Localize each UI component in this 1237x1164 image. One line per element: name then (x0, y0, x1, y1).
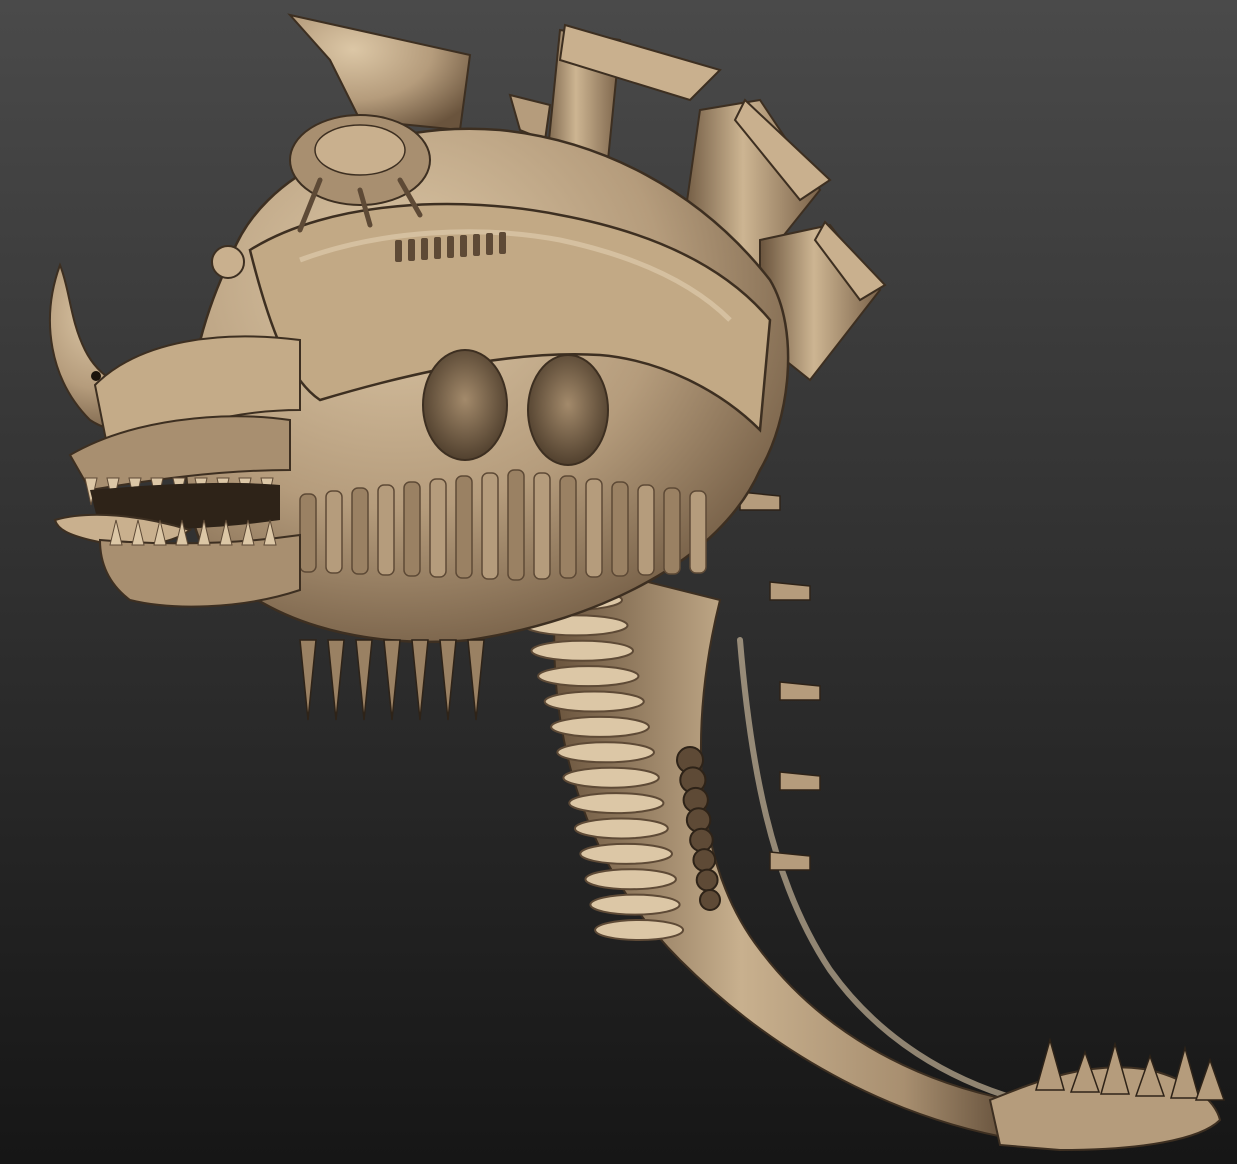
slot (421, 238, 428, 260)
rib-segment (556, 741, 655, 764)
eye-socket-right (527, 354, 609, 466)
head-knob (211, 245, 245, 279)
rib-segment (562, 766, 660, 789)
3d-viewport[interactable] (0, 0, 1237, 1164)
side-spike (769, 851, 811, 871)
slot (473, 234, 480, 256)
rib-segment (589, 893, 681, 916)
ridge (403, 481, 421, 577)
slot (434, 237, 441, 259)
rib-segment (584, 868, 677, 891)
ridge (533, 472, 551, 580)
ridge (559, 475, 577, 579)
sculpt-canvas[interactable] (0, 0, 1237, 1164)
tail-hole (692, 848, 717, 872)
side-spike (769, 581, 811, 601)
rib-segment (530, 639, 635, 662)
ridge (663, 487, 681, 575)
ridge (507, 469, 525, 581)
rib-segment (537, 665, 640, 688)
slot (408, 239, 415, 261)
side-spike (779, 681, 821, 701)
side-spike (779, 771, 821, 791)
ridge (637, 484, 655, 576)
ridge (377, 484, 395, 576)
ridge (351, 487, 369, 575)
slot (395, 240, 402, 262)
slot (486, 233, 493, 255)
lower-jaw (98, 533, 301, 608)
slot (447, 236, 454, 258)
ridge (429, 478, 447, 578)
eye-socket-left (422, 349, 508, 461)
rib-segment (573, 817, 669, 840)
rib-segment (594, 919, 685, 941)
ridge (689, 490, 707, 574)
ridge (299, 493, 317, 573)
slot (499, 232, 506, 254)
ridge (585, 478, 603, 578)
ridge (611, 481, 629, 577)
ridge (455, 475, 473, 579)
rib-segment (550, 715, 650, 738)
tail-hole (689, 827, 714, 853)
rib-segment (568, 792, 665, 815)
slot (460, 235, 467, 257)
tail-hole (695, 868, 719, 892)
rib-segment (579, 842, 673, 865)
ridge (481, 472, 499, 580)
ridge (325, 490, 343, 574)
tail-hole (699, 889, 721, 911)
rib-segment (543, 690, 645, 713)
